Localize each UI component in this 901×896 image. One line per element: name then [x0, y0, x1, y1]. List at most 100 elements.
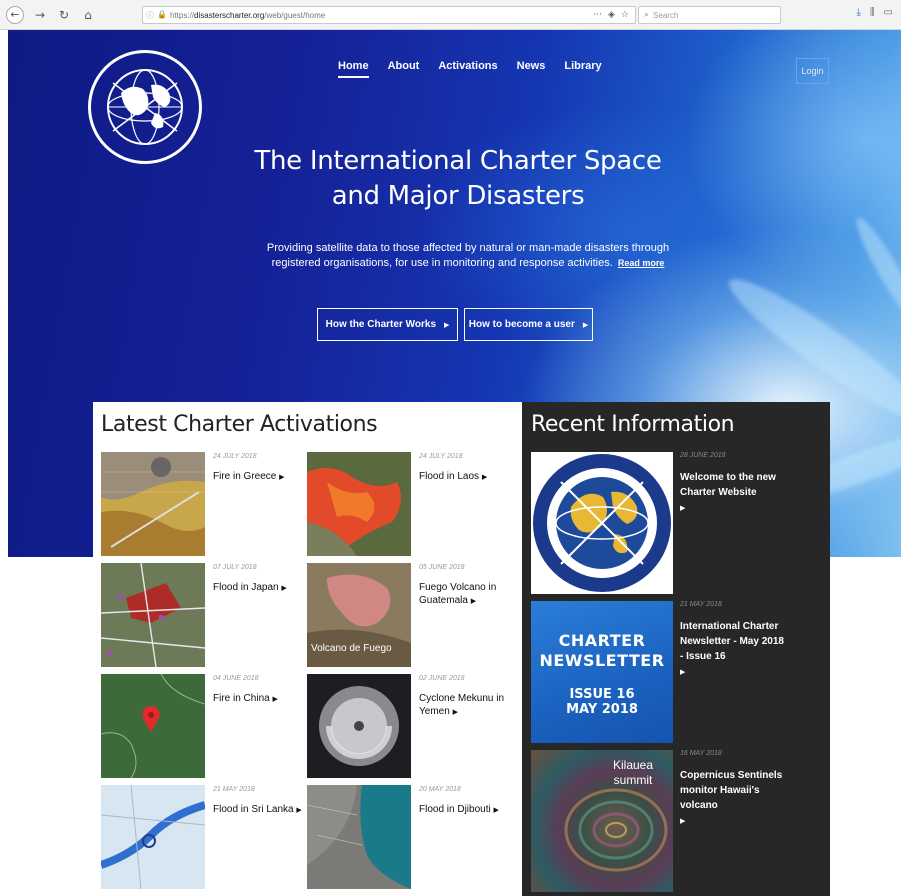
- activation-card[interactable]: 20 MAY 2018 Flood in Djibouti ▶: [307, 785, 512, 889]
- play-arrow-icon: ▶: [452, 708, 458, 716]
- forward-icon[interactable]: →: [32, 7, 48, 23]
- newsletter-issue-text: ISSUE 16 MAY 2018: [566, 687, 638, 717]
- activation-date: 02 JUNE 2018: [419, 675, 465, 682]
- play-arrow-icon: ▶: [279, 473, 285, 481]
- news-card[interactable]: CHARTER NEWSLETTER ISSUE 16 MAY 2018 21 MA…: [531, 601, 825, 743]
- activation-date: 24 JULY 2018: [419, 453, 463, 460]
- search-icon: ⌕: [644, 10, 650, 20]
- hero-tagline: Providing satellite data to those affect…: [208, 241, 728, 271]
- activations-heading: Latest Charter Activations: [101, 412, 378, 437]
- browser-toolbar: ← → ↻ ⌂ ⓘ 🔒 https://disasterscharter.org…: [0, 0, 901, 30]
- activation-thumbnail[interactable]: [307, 674, 411, 778]
- activation-thumbnail[interactable]: [307, 452, 411, 556]
- nav-activations[interactable]: Activations: [438, 60, 497, 78]
- login-button[interactable]: Login: [796, 58, 829, 84]
- play-arrow-icon: ▶: [444, 320, 450, 329]
- play-arrow-icon: ▶: [272, 695, 278, 703]
- url-text[interactable]: https://disasterscharter.org/web/guest/h…: [170, 11, 325, 20]
- activation-title[interactable]: Fire in Greece ▶: [213, 470, 305, 484]
- activation-thumbnail[interactable]: [101, 452, 205, 556]
- lock-icon: 🔒: [157, 10, 167, 19]
- activation-date: 21 MAY 2018: [213, 786, 255, 793]
- activation-title[interactable]: Cyclone Mekunu in Yemen ▶: [419, 692, 511, 719]
- nav-news[interactable]: News: [517, 60, 546, 78]
- news-date: 21 MAY 2018: [680, 601, 722, 608]
- news-card[interactable]: Kilauea summit 16 MAY 2018 Copernicus Se…: [531, 750, 825, 892]
- activation-card[interactable]: 24 JULY 2018 Flood in Laos ▶: [307, 452, 512, 556]
- play-arrow-icon: ▶: [281, 584, 287, 592]
- news-date: 16 MAY 2018: [680, 750, 722, 757]
- latest-activations-panel: Latest Charter Activations 24 JULY 2018 …: [93, 402, 522, 896]
- activation-card[interactable]: 24 JULY 2018 Fire in Greece ▶: [101, 452, 306, 556]
- play-arrow-icon: ▶: [680, 668, 686, 676]
- play-arrow-icon: ▶: [296, 806, 302, 814]
- become-user-button[interactable]: How to become a user ▶: [464, 308, 593, 341]
- library-icon[interactable]: ⫼: [870, 7, 875, 18]
- activation-title[interactable]: Flood in Sri Lanka ▶: [213, 803, 305, 817]
- hero-texture: [849, 213, 901, 327]
- recent-information-panel: Recent Information 28 JUNE 2018 Welcome …: [522, 402, 830, 896]
- how-charter-works-button[interactable]: How the Charter Works ▶: [317, 308, 458, 341]
- pocket-icon[interactable]: ◈: [608, 10, 615, 20]
- download-icon[interactable]: ⤓: [857, 7, 861, 18]
- activation-date: 07 JULY 2018: [213, 564, 257, 571]
- hero-title: The International Charter Space and Majo…: [208, 144, 708, 214]
- play-arrow-icon: ▶: [582, 320, 589, 329]
- image-caption: Volcano de Fuego: [311, 643, 392, 654]
- nav-library[interactable]: Library: [564, 60, 601, 78]
- activation-date: 05 JUNE 2018: [419, 564, 465, 571]
- news-title[interactable]: Welcome to the new Charter Website ▶: [680, 470, 790, 516]
- activation-card[interactable]: 21 MAY 2018 Flood in Sri Lanka ▶: [101, 785, 306, 889]
- activation-card[interactable]: 04 JUNE 2018 Fire in China ▶: [101, 674, 306, 778]
- info-icon[interactable]: ⓘ: [143, 10, 157, 21]
- play-arrow-icon: ▶: [481, 473, 488, 481]
- play-arrow-icon: ▶: [680, 817, 686, 825]
- browser-search-box[interactable]: ⌕ Search: [638, 6, 781, 24]
- news-card[interactable]: 28 JUNE 2018 Welcome to the new Charter …: [531, 452, 825, 594]
- news-title[interactable]: Copernicus Sentinels monitor Hawaii's vo…: [680, 768, 790, 829]
- charter-logo[interactable]: [88, 50, 202, 164]
- sidebar-icon[interactable]: ▭: [884, 7, 893, 18]
- newsletter-image-text: CHARTER NEWSLETTER: [539, 631, 665, 670]
- tagline-line2: registered organisations, for use in mon…: [271, 257, 613, 269]
- activation-card[interactable]: 02 JUNE 2018 Cyclone Mekunu in Yemen ▶: [307, 674, 512, 778]
- activation-thumbnail[interactable]: [307, 785, 411, 889]
- address-bar[interactable]: ⓘ 🔒 https://disasterscharter.org/web/gue…: [142, 6, 636, 24]
- page-actions-icon[interactable]: ···: [593, 10, 602, 20]
- read-more-link[interactable]: Read more: [618, 258, 665, 268]
- news-thumbnail[interactable]: CHARTER NEWSLETTER ISSUE 16 MAY 2018: [531, 601, 673, 743]
- activation-thumbnail[interactable]: [101, 785, 205, 889]
- activation-date: 20 MAY 2018: [419, 786, 461, 793]
- activation-title[interactable]: Flood in Laos ▶: [419, 470, 511, 484]
- play-arrow-icon: ▶: [493, 806, 499, 814]
- bookmark-star-icon[interactable]: ☆: [621, 10, 629, 20]
- reload-icon[interactable]: ↻: [56, 7, 72, 23]
- how-charter-works-label: How the Charter Works: [325, 319, 436, 330]
- news-thumbnail[interactable]: Kilauea summit: [531, 750, 673, 892]
- home-icon[interactable]: ⌂: [80, 7, 96, 23]
- search-placeholder: Search: [653, 10, 679, 20]
- news-thumbnail[interactable]: [531, 452, 673, 594]
- activation-title[interactable]: Flood in Djibouti ▶: [419, 803, 511, 817]
- become-user-label: How to become a user: [468, 319, 575, 330]
- activation-title[interactable]: Fire in China ▶: [213, 692, 305, 706]
- tagline-line1: Providing satellite data to those affect…: [266, 242, 670, 254]
- activation-card[interactable]: 07 JULY 2018 Flood in Japan ▶: [101, 563, 306, 667]
- nav-about[interactable]: About: [388, 60, 420, 78]
- nav-home[interactable]: Home: [338, 60, 369, 78]
- activation-card[interactable]: Volcano de Fuego 05 JUNE 2018 Fuego Volc…: [307, 563, 512, 667]
- main-nav: Home About Activations News Library: [338, 60, 602, 78]
- recent-heading: Recent Information: [531, 412, 735, 437]
- activation-date: 24 JULY 2018: [213, 453, 257, 460]
- kilauea-label: Kilauea summit: [612, 758, 654, 787]
- hero-title-line1: The International Charter Space: [254, 146, 662, 176]
- activation-thumbnail[interactable]: [101, 563, 205, 667]
- back-icon[interactable]: ←: [6, 5, 24, 24]
- news-title[interactable]: International Charter Newsletter - May 2…: [680, 619, 790, 680]
- play-arrow-icon: ▶: [680, 504, 686, 512]
- hero-title-line2: and Major Disasters: [331, 181, 585, 211]
- activation-title[interactable]: Flood in Japan ▶: [213, 581, 305, 595]
- activation-thumbnail[interactable]: Volcano de Fuego: [307, 563, 411, 667]
- activation-title[interactable]: Fuego Volcano in Guatemala ▶: [419, 581, 511, 608]
- activation-thumbnail[interactable]: [101, 674, 205, 778]
